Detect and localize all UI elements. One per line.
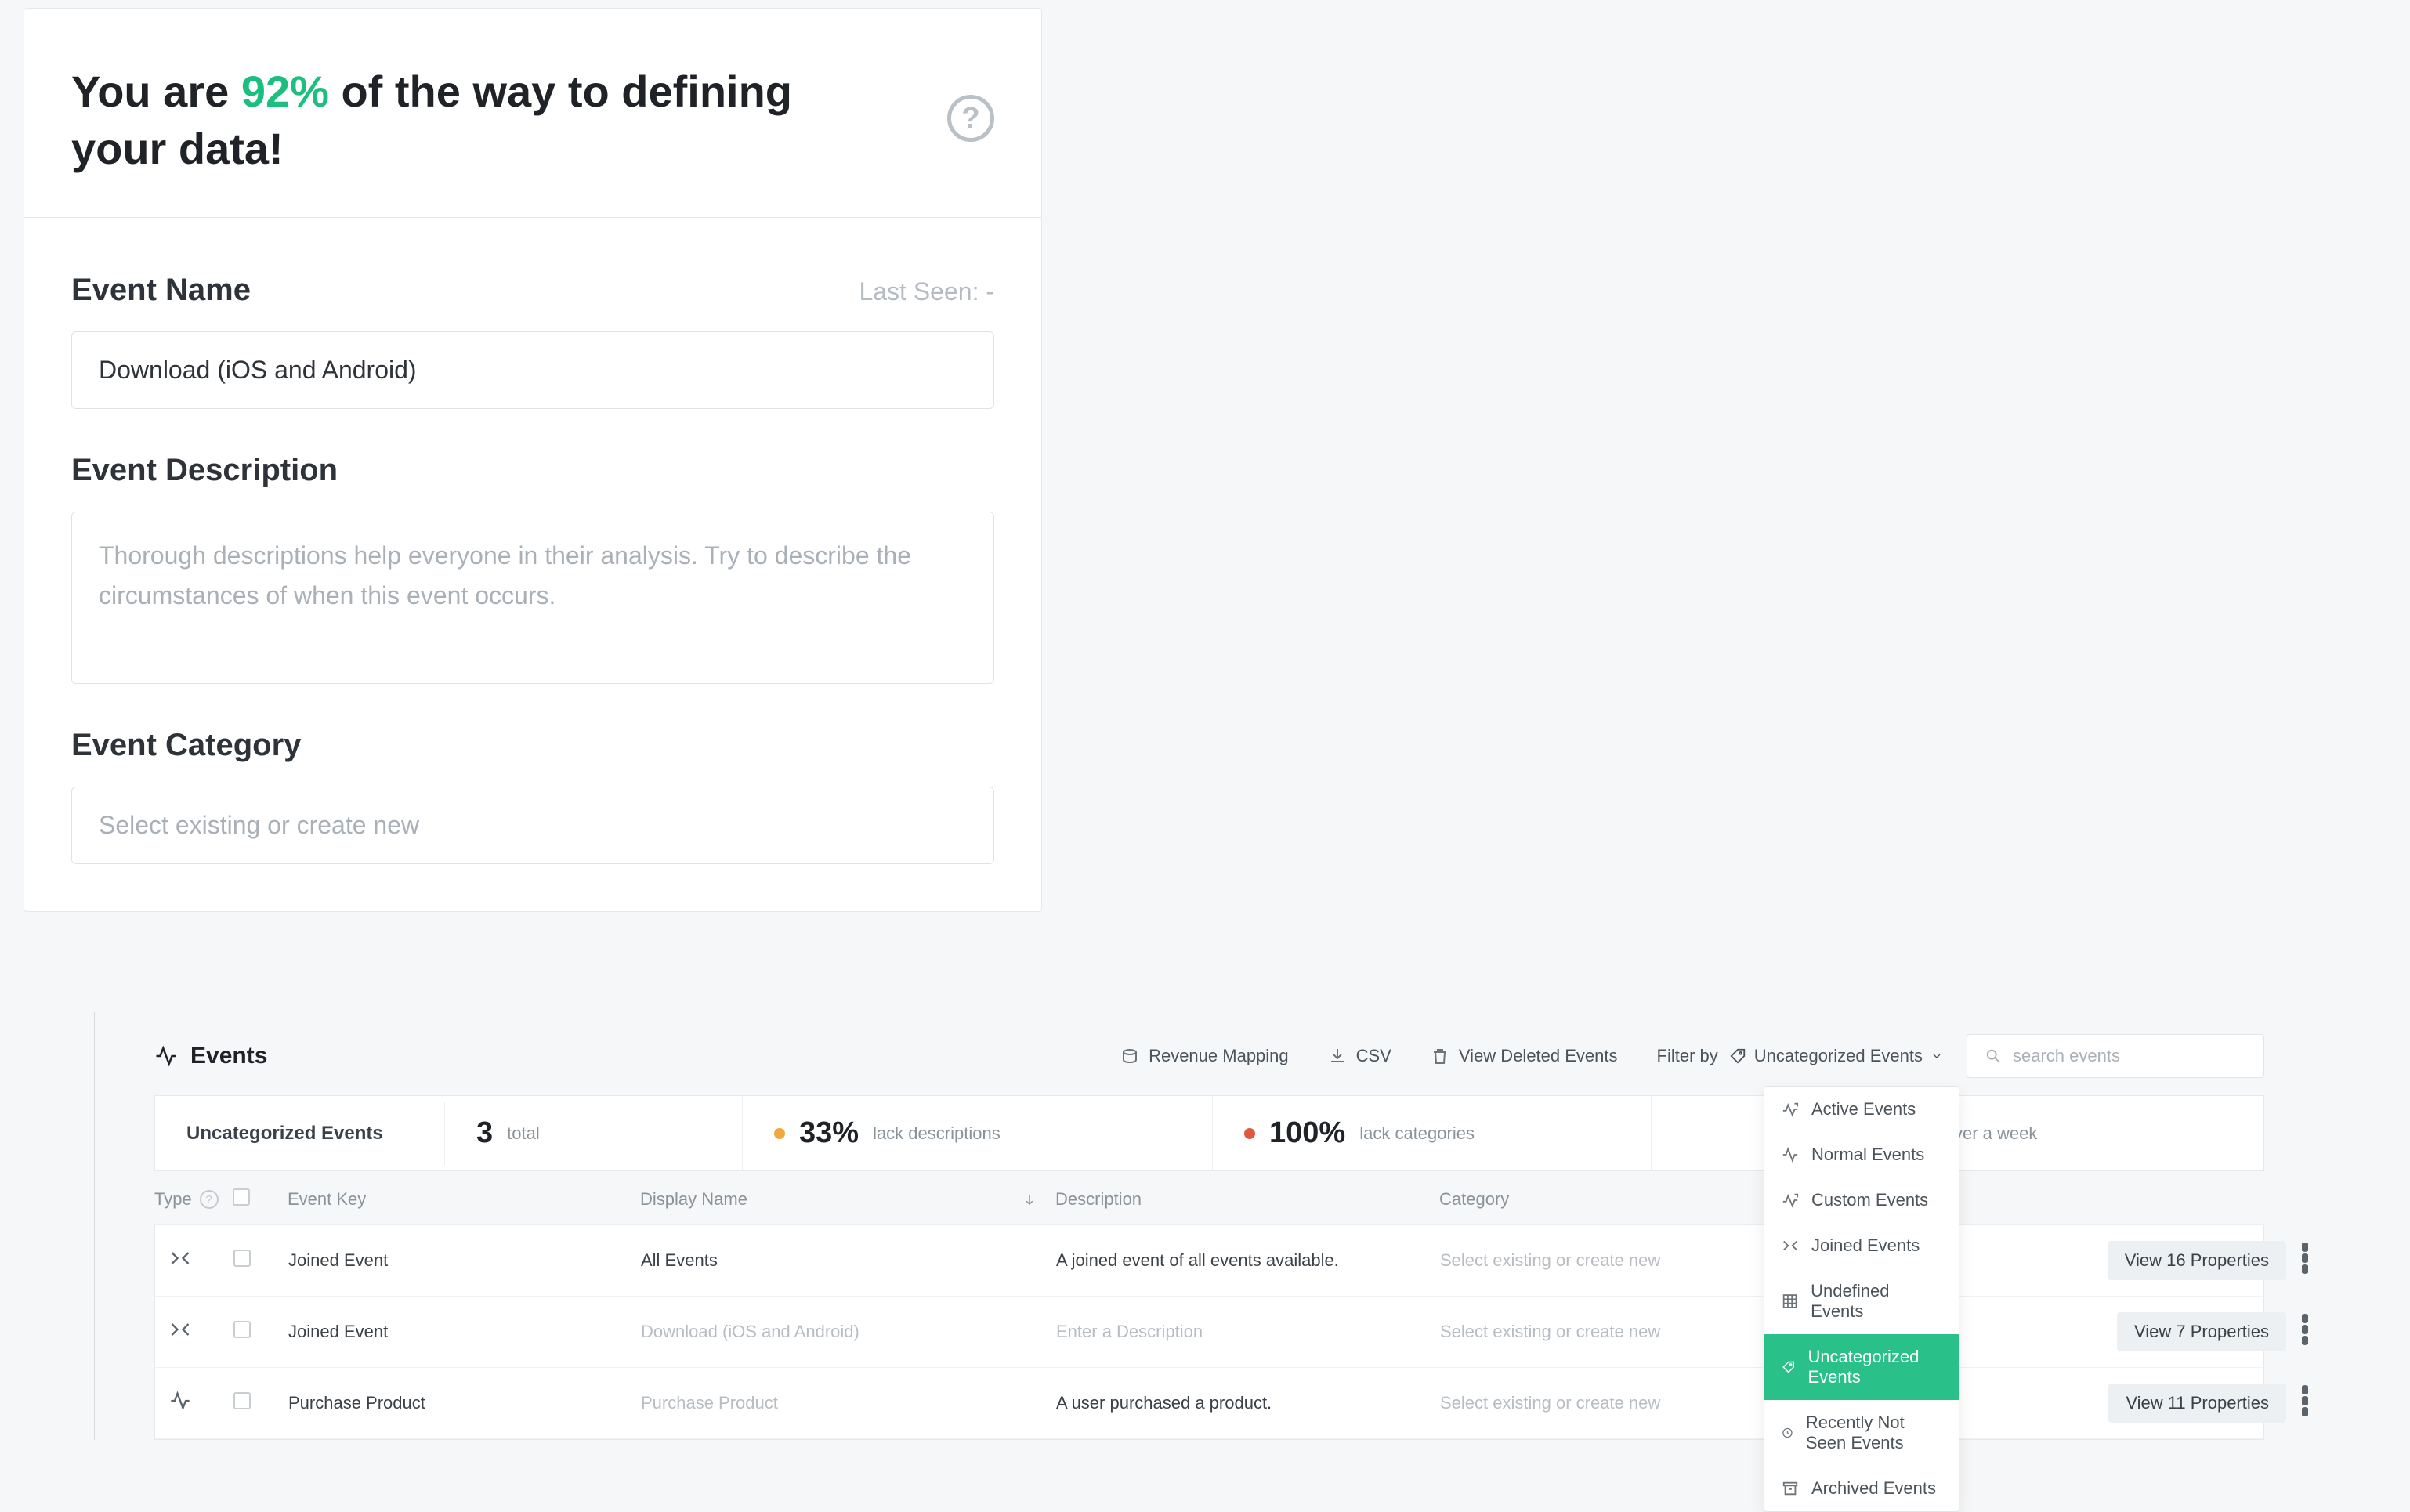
event-name-input[interactable]: Download (iOS and Android) bbox=[71, 331, 994, 409]
event-name-row: Event Name Last Seen: - bbox=[71, 273, 994, 308]
joined-icon bbox=[1782, 1237, 1799, 1254]
filter-option-label: Archived Events bbox=[1811, 1478, 1936, 1499]
event-description-row: Event Description bbox=[71, 453, 994, 488]
csv-link[interactable]: CSV bbox=[1328, 1046, 1391, 1066]
dot-orange-icon bbox=[774, 1128, 785, 1139]
filter-by-value[interactable]: Uncategorized Events bbox=[1729, 1046, 1943, 1066]
last-seen-label: Last Seen: - bbox=[859, 277, 994, 306]
kebab-icon[interactable] bbox=[2302, 1385, 2308, 1416]
events-topbar: Events Revenue Mapping CSV View Deleted … bbox=[95, 1034, 2311, 1095]
checkbox[interactable] bbox=[233, 1188, 250, 1206]
view-properties-button[interactable]: View 7 Properties bbox=[2117, 1312, 2286, 1351]
view-properties-button[interactable]: View 11 Properties bbox=[2108, 1384, 2286, 1423]
stat-lack-descriptions: 33% lack descriptions bbox=[743, 1096, 1213, 1170]
dot-red-icon bbox=[1244, 1128, 1255, 1139]
pulse-icon bbox=[1782, 1146, 1799, 1163]
col-description[interactable]: Description bbox=[1055, 1189, 1439, 1210]
events-panel: Events Revenue Mapping CSV View Deleted … bbox=[94, 1012, 2311, 1440]
trash-icon bbox=[1431, 1047, 1449, 1065]
filter-by-control[interactable]: Filter by Uncategorized Events bbox=[1657, 1046, 1943, 1066]
joined-icon bbox=[169, 1247, 191, 1269]
filter-option-label: Joined Events bbox=[1811, 1235, 1920, 1256]
joined-icon bbox=[169, 1318, 191, 1340]
cell-display-name[interactable]: Purchase Product bbox=[641, 1393, 1056, 1413]
events-title: Events bbox=[154, 1043, 267, 1069]
filter-option[interactable]: Undefined Events bbox=[1764, 1268, 1959, 1334]
filter-option[interactable]: Uncategorized Events bbox=[1764, 1334, 1959, 1400]
col-type[interactable]: Type ? bbox=[154, 1189, 233, 1210]
pulse-up-icon bbox=[1782, 1101, 1799, 1118]
col-event-key[interactable]: Event Key bbox=[288, 1189, 640, 1210]
card-header: You are 92% of the way to defining your … bbox=[24, 9, 1041, 218]
progress-percent: 92% bbox=[241, 67, 329, 116]
filter-option-label: Uncategorized Events bbox=[1808, 1347, 1941, 1387]
kebab-icon[interactable] bbox=[2302, 1314, 2308, 1345]
filter-option[interactable]: Joined Events bbox=[1764, 1223, 1959, 1268]
cell-description[interactable]: A user purchased a product. bbox=[1056, 1393, 1440, 1413]
filter-option-label: Custom Events bbox=[1811, 1190, 1928, 1210]
filter-option[interactable]: Active Events bbox=[1764, 1087, 1959, 1132]
filter-dropdown[interactable]: Active Events Normal Events Custom Events J… bbox=[1764, 1086, 1959, 1512]
card-body: Event Name Last Seen: - Download (iOS an… bbox=[24, 218, 1041, 911]
filter-option[interactable]: Archived Events bbox=[1764, 1466, 1959, 1511]
grid-icon bbox=[1782, 1293, 1798, 1310]
view-deleted-link[interactable]: View Deleted Events bbox=[1431, 1046, 1618, 1066]
revenue-mapping-link[interactable]: Revenue Mapping bbox=[1120, 1046, 1289, 1066]
cell-event-key: Joined Event bbox=[288, 1250, 641, 1271]
col-select-all[interactable] bbox=[233, 1188, 288, 1210]
help-icon[interactable]: ? bbox=[947, 95, 994, 142]
search-input[interactable]: search events bbox=[1967, 1034, 2264, 1078]
view-properties-button[interactable]: View 16 Properties bbox=[2108, 1241, 2286, 1280]
row-checkbox[interactable] bbox=[233, 1392, 251, 1409]
event-name-label: Event Name bbox=[71, 273, 251, 308]
stat-total: 3 total bbox=[445, 1096, 743, 1170]
row-checkbox[interactable] bbox=[233, 1250, 251, 1267]
cell-event-key: Purchase Product bbox=[288, 1393, 641, 1413]
download-icon bbox=[1328, 1047, 1347, 1065]
help-icon[interactable]: ? bbox=[200, 1190, 219, 1209]
tag-icon bbox=[1729, 1047, 1746, 1065]
cell-event-key: Joined Event bbox=[288, 1322, 641, 1342]
pulse-icon bbox=[154, 1044, 178, 1068]
search-icon bbox=[1985, 1047, 2002, 1065]
kebab-icon[interactable] bbox=[2302, 1243, 2308, 1274]
stat-title: Uncategorized Events bbox=[155, 1102, 445, 1165]
row-checkbox[interactable] bbox=[233, 1321, 251, 1338]
sort-arrow-down-icon[interactable] bbox=[1022, 1192, 1037, 1206]
filter-option-label: Active Events bbox=[1811, 1099, 1916, 1120]
archive-icon bbox=[1782, 1480, 1799, 1497]
cell-description[interactable]: A joined event of all events available. bbox=[1056, 1250, 1440, 1271]
filter-option-label: Undefined Events bbox=[1811, 1281, 1941, 1322]
progress-headline: You are 92% of the way to defining your … bbox=[71, 63, 855, 178]
stat-lack-categories: 100% lack categories bbox=[1213, 1096, 1652, 1170]
pulse-up-icon bbox=[1782, 1192, 1799, 1209]
chevron-down-icon bbox=[1931, 1050, 1943, 1062]
search-placeholder: search events bbox=[2013, 1046, 2120, 1066]
filter-option-label: Normal Events bbox=[1811, 1145, 1924, 1165]
event-description-input[interactable]: Thorough descriptions help everyone in t… bbox=[71, 512, 994, 684]
clock-icon bbox=[1782, 1424, 1793, 1441]
cell-display-name[interactable]: All Events bbox=[641, 1250, 1056, 1271]
filter-option[interactable]: Recently Not Seen Events bbox=[1764, 1400, 1959, 1466]
filter-option[interactable]: Custom Events bbox=[1764, 1177, 1959, 1223]
tag-icon bbox=[1782, 1358, 1795, 1376]
cell-description[interactable]: Enter a Description bbox=[1056, 1322, 1440, 1342]
define-data-card: You are 92% of the way to defining your … bbox=[24, 8, 1042, 912]
filter-option[interactable]: Normal Events bbox=[1764, 1132, 1959, 1177]
revenue-icon bbox=[1120, 1047, 1139, 1065]
event-category-select[interactable]: Select existing or create new bbox=[71, 787, 994, 864]
event-category-row: Event Category bbox=[71, 728, 994, 763]
pulse-icon bbox=[169, 1390, 191, 1412]
event-category-label: Event Category bbox=[71, 728, 301, 763]
col-display-name[interactable]: Display Name bbox=[640, 1189, 1055, 1210]
event-description-label: Event Description bbox=[71, 453, 338, 488]
filter-option-label: Recently Not Seen Events bbox=[1806, 1413, 1941, 1453]
cell-display-name[interactable]: Download (iOS and Android) bbox=[641, 1322, 1056, 1342]
